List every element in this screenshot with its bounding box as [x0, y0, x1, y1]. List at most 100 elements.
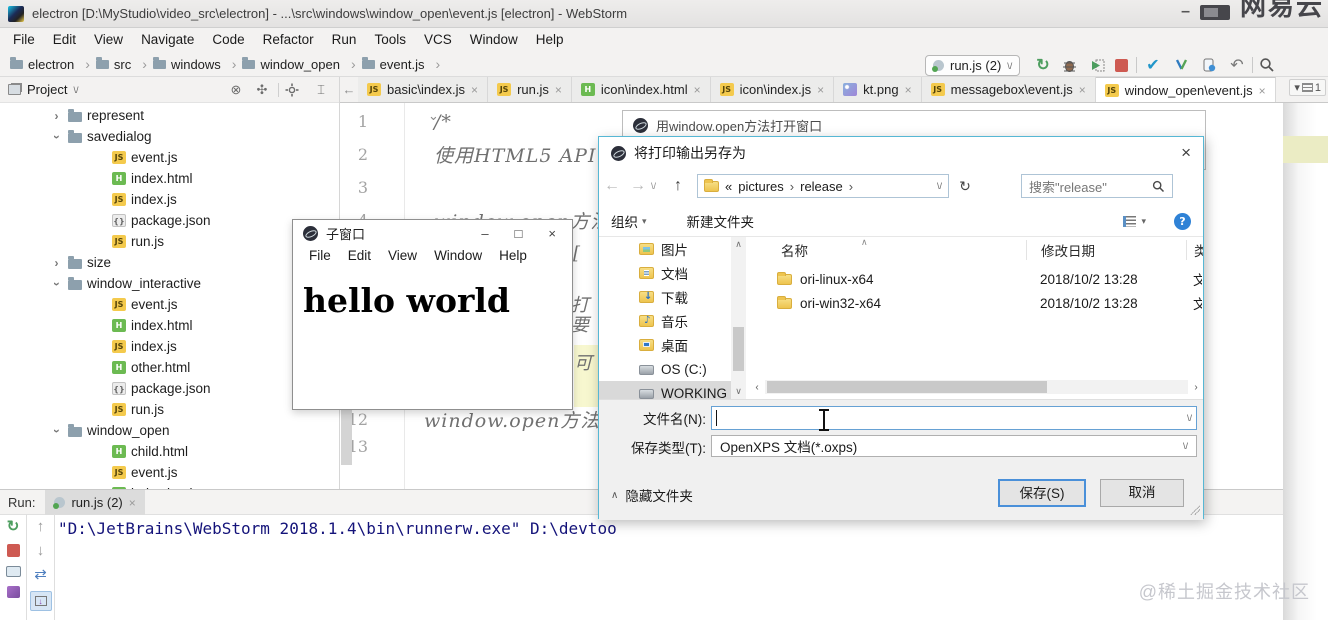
address-segment[interactable]: pictures: [738, 179, 784, 194]
tree-item[interactable]: child.html: [0, 441, 339, 462]
menu-item[interactable]: Window: [434, 248, 482, 263]
fold-marker-icon[interactable]: ⌄: [428, 108, 439, 124]
menu-item[interactable]: Run: [323, 28, 366, 52]
run-button[interactable]: ↻: [1032, 54, 1054, 76]
up-stack-trace-button[interactable]: ↑: [37, 519, 45, 535]
tree-item[interactable]: other.html: [0, 357, 339, 378]
locate-file-button[interactable]: ✣: [252, 82, 272, 98]
save-dialog[interactable]: 将打印输出另存为 × ← → \/ ↑ « pictures release \…: [598, 136, 1204, 520]
editor-tab[interactable]: run.js: [488, 77, 572, 102]
save-button[interactable]: 保存(S): [998, 479, 1086, 507]
scrollbar-thumb[interactable]: [767, 381, 1047, 393]
menu-item[interactable]: Window: [461, 28, 527, 52]
scroll-left-icon[interactable]: ‹: [749, 382, 765, 393]
filetype-select[interactable]: OpenXPS 文档(*.oxps) \/: [711, 435, 1197, 457]
tree-item[interactable]: index.js: [0, 336, 339, 357]
close-tab-icon[interactable]: [694, 82, 701, 97]
chevron-icon[interactable]: [50, 277, 63, 291]
restore-layout-button[interactable]: ⇄: [34, 567, 47, 583]
tree-item[interactable]: size: [0, 252, 339, 273]
menu-item[interactable]: File: [309, 248, 331, 263]
resize-grip[interactable]: [1190, 505, 1200, 515]
menu-item[interactable]: Navigate: [132, 28, 203, 52]
project-panel-title[interactable]: Project: [27, 82, 67, 97]
help-button[interactable]: ?: [1174, 212, 1191, 230]
menu-item[interactable]: View: [85, 28, 132, 52]
tree-item[interactable]: event.js: [0, 147, 339, 168]
breadcrumb-item[interactable]: src: [95, 56, 153, 72]
close-tab-icon[interactable]: [905, 82, 912, 97]
column-header-date[interactable]: 修改日期: [1041, 240, 1194, 260]
settings-gear-button[interactable]: [285, 83, 305, 97]
column-header-name[interactable]: 名称: [781, 240, 1041, 260]
show-console-button[interactable]: [5, 566, 21, 577]
sidebar-scrollbar[interactable]: ∧ ∨: [731, 237, 746, 399]
menu-item[interactable]: Tools: [365, 28, 415, 52]
filename-input-wrap[interactable]: \/: [711, 406, 1197, 430]
breadcrumb-item[interactable]: window_open: [242, 56, 361, 72]
editor-tab[interactable]: icon\index.html: [571, 77, 711, 102]
stop-button[interactable]: [6, 544, 20, 557]
sidebar-item[interactable]: 桌面: [599, 333, 731, 357]
filename-input[interactable]: [717, 410, 1157, 426]
minimize-icon[interactable]: –: [481, 226, 488, 241]
chevron-icon[interactable]: [50, 256, 63, 270]
cancel-button[interactable]: 取消: [1100, 479, 1184, 507]
rerun-button[interactable]: ↻: [7, 519, 20, 535]
search-everywhere-button[interactable]: [1256, 54, 1278, 76]
menu-item[interactable]: Help: [499, 248, 527, 263]
tree-item[interactable]: window_interactive: [0, 273, 339, 294]
view-mode-button[interactable]: ▾: [1123, 215, 1146, 227]
scroll-down-icon[interactable]: ∨: [731, 386, 746, 397]
close-tab-icon[interactable]: [1079, 82, 1086, 97]
tree-item[interactable]: represent: [0, 105, 339, 126]
recent-locations-icon[interactable]: \/: [651, 181, 665, 191]
chevron-icon[interactable]: [50, 424, 63, 438]
sidebar-item[interactable]: OS (C:): [599, 357, 731, 381]
tree-item[interactable]: run.js: [0, 399, 339, 420]
column-header-type[interactable]: 类型: [1194, 240, 1203, 260]
scroll-to-end-button[interactable]: ↓: [29, 591, 52, 611]
menu-item[interactable]: Edit: [44, 28, 85, 52]
file-row[interactable]: ori-linux-x64 2018/10/2 13:28 文件夹: [749, 267, 1204, 291]
run-configuration-select[interactable]: run.js (2) \/: [925, 55, 1021, 76]
maximize-icon[interactable]: □: [515, 226, 523, 241]
editor-tab[interactable]: kt.png: [834, 77, 922, 102]
breadcrumb-item[interactable]: electron: [10, 56, 96, 72]
back-button[interactable]: ←: [599, 177, 625, 195]
breadcrumb-item[interactable]: windows: [152, 56, 243, 72]
close-tab-icon[interactable]: [555, 82, 562, 97]
child-window[interactable]: 子窗口 – □ × File Edit View Window Help hello w…: [292, 219, 573, 410]
new-folder-button[interactable]: 新建文件夹: [687, 211, 755, 231]
menu-item[interactable]: Help: [527, 28, 573, 52]
menu-item[interactable]: Code: [203, 28, 253, 52]
editor-tab[interactable]: icon\index.js: [710, 77, 835, 102]
chevron-icon[interactable]: [50, 130, 63, 144]
scrollbar-track[interactable]: [765, 380, 1188, 394]
menu-item[interactable]: View: [388, 248, 417, 263]
file-row[interactable]: ori-win32-x64 2018/10/2 13:28 文件夹: [749, 291, 1204, 315]
tree-item[interactable]: savedialog: [0, 126, 339, 147]
commit-button[interactable]: ✔: [1142, 54, 1164, 76]
down-stack-trace-button[interactable]: ↓: [37, 543, 45, 559]
run-tab[interactable]: run.js (2): [45, 489, 145, 515]
scroll-up-icon[interactable]: ∧: [731, 239, 746, 250]
refresh-button[interactable]: ↻: [953, 174, 977, 198]
tree-item[interactable]: index.html: [0, 168, 339, 189]
organize-button[interactable]: 组织 ▾: [611, 211, 647, 231]
search-box[interactable]: 搜索"release": [1021, 174, 1173, 198]
collapse-all-button[interactable]: ⊗: [226, 82, 246, 98]
sidebar-item[interactable]: 下载: [599, 285, 731, 309]
chevron-icon[interactable]: [50, 109, 63, 123]
close-tab-icon[interactable]: [817, 82, 824, 97]
tree-item[interactable]: index.js: [0, 189, 339, 210]
sidebar-item[interactable]: 音乐: [599, 309, 731, 333]
editor-tab[interactable]: basic\index.js: [358, 77, 489, 102]
sidebar-item[interactable]: WORKING (D:): [599, 381, 731, 399]
tree-item[interactable]: index.html: [0, 315, 339, 336]
hidden-tabs-button[interactable]: 1: [1289, 79, 1326, 96]
chevron-down-icon[interactable]: \/: [1187, 413, 1192, 423]
tree-item[interactable]: event.js: [0, 462, 339, 483]
editor-tab[interactable]: messagebox\event.js: [921, 77, 1096, 102]
close-tab-icon[interactable]: [471, 82, 478, 97]
